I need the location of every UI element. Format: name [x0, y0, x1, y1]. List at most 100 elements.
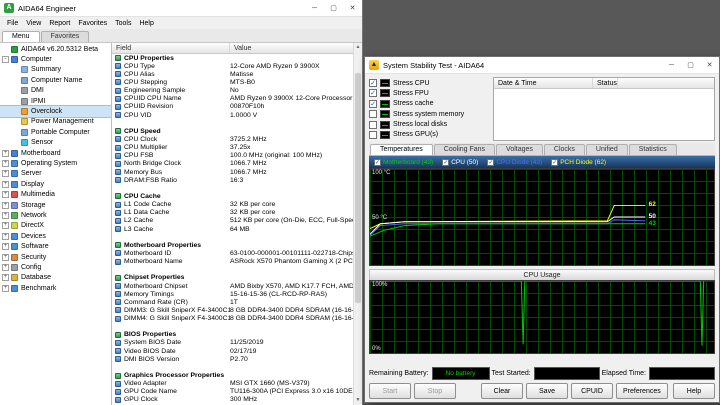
close-icon[interactable]: ✕ [700, 57, 719, 73]
field-row[interactable]: DRAM:FSB Ratio 16:3 [112, 176, 353, 184]
tree-item-security[interactable]: + Security [0, 252, 111, 262]
field-row[interactable]: System BIOS Date 11/25/2019 [112, 339, 353, 347]
scroll-down-icon[interactable]: ▼ [354, 396, 362, 405]
legend-motherboard-43[interactable]: ✓ Motherboard (43) [374, 158, 433, 166]
tree-item-portable-computer[interactable]: Portable Computer [0, 127, 111, 137]
field-row[interactable]: CPU Multiplier 37.25x [112, 144, 353, 152]
tree-item-ipmi[interactable]: IPMI [0, 96, 111, 106]
tree-item-storage[interactable]: + Storage [0, 200, 111, 210]
menu-report[interactable]: Report [45, 20, 74, 27]
checkbox-icon[interactable]: ✓ [369, 89, 377, 98]
tree-item-power-management[interactable]: Power Management [0, 117, 111, 127]
column-status[interactable]: Status [593, 78, 618, 88]
field-row[interactable]: CPU Stepping MTS-B0 [112, 78, 353, 86]
legend-cpu-50[interactable]: ✓ CPU (50) [442, 158, 478, 166]
field-row[interactable]: L2 Cache 512 KB per core (On-Die, ECC, Fu… [112, 217, 353, 225]
field-section-row[interactable]: BIOS Properties [112, 331, 353, 339]
legend-cpu-diode-43[interactable]: ✓ CPU Diode (43) [487, 158, 542, 166]
tab-cooling-fans[interactable]: Cooling Fans [433, 144, 496, 155]
tab-unified[interactable]: Unified [585, 144, 628, 155]
expander-icon[interactable]: - [2, 56, 9, 64]
aida64-titlebar[interactable]: A AIDA64 Engineer ─ ▢ ✕ [0, 0, 362, 17]
save-button[interactable]: Save [526, 383, 568, 399]
expander-icon[interactable]: + [2, 243, 9, 251]
cpuid-button[interactable]: CPUID [571, 383, 613, 399]
preferences-button[interactable]: Preferences [616, 383, 668, 399]
expander-icon[interactable]: + [2, 180, 9, 188]
stress-option-stress-cpu[interactable]: ✓ Stress CPU [369, 78, 489, 88]
expander-icon[interactable]: + [2, 263, 9, 271]
field-row[interactable]: CPUID Revision 00870F10h [112, 103, 353, 111]
help-button[interactable]: Help [673, 383, 715, 399]
tab-temperatures[interactable]: Temperatures [370, 144, 433, 155]
field-row[interactable]: CPU FSB 100.0 MHz (original: 100 MHz) [112, 152, 353, 160]
field-row[interactable]: Motherboard ID 63-0100-000001-00101111-02… [112, 249, 353, 257]
column-value[interactable]: Value [230, 45, 353, 52]
column-date-time[interactable]: Date & Time [494, 78, 593, 88]
expander-icon[interactable]: + [2, 170, 9, 178]
field-row[interactable]: DMI BIOS Version P2.70 [112, 355, 353, 363]
close-icon[interactable]: ✕ [343, 0, 362, 16]
tree-item-computer[interactable]: - Computer [0, 54, 111, 64]
menu-favorites[interactable]: Favorites [74, 20, 111, 27]
field-row[interactable]: L1 Data Cache 32 KB per core [112, 209, 353, 217]
field-row[interactable]: Memory Bus 1066.7 MHz [112, 168, 353, 176]
tree-item-overclock[interactable]: Overclock [0, 105, 111, 118]
column-field[interactable]: Field [112, 43, 230, 53]
stress-option-stress-system-memory[interactable]: Stress system memory [369, 109, 489, 119]
scroll-thumb[interactable] [355, 73, 361, 303]
tab-voltages[interactable]: Voltages [496, 144, 543, 155]
tree-item-software[interactable]: + Software [0, 241, 111, 251]
field-section-row[interactable]: Motherboard Properties [112, 241, 353, 249]
field-row[interactable]: GPU Clock 300 MHz [112, 396, 353, 404]
tree-item-display[interactable]: + Display [0, 179, 111, 189]
field-row[interactable]: CPU Type 12-Core AMD Ryzen 9 3900X [112, 62, 353, 70]
checkbox-icon[interactable] [369, 120, 377, 129]
expander-icon[interactable]: + [2, 201, 9, 209]
field-row[interactable]: Video BIOS Date 02/17/19 [112, 347, 353, 355]
tree-item-aida64-v6-20-5312-beta[interactable]: AIDA64 v6.20.5312 Beta [0, 44, 111, 54]
expander-icon[interactable]: + [2, 222, 9, 230]
expander-icon[interactable]: + [2, 274, 9, 282]
tree-item-computer-name[interactable]: Computer Name [0, 75, 111, 85]
field-section-row[interactable]: CPU Cache [112, 192, 353, 200]
maximize-icon[interactable]: ▢ [324, 0, 343, 16]
menu-tools[interactable]: Tools [111, 20, 135, 27]
expander-icon[interactable]: + [2, 159, 9, 167]
stress-option-stress-cache[interactable]: ✓ Stress cache [369, 99, 489, 109]
field-row[interactable]: CPU Clock 3725.2 MHz [112, 135, 353, 143]
tree-item-dmi[interactable]: DMI [0, 86, 111, 96]
tree-item-directx[interactable]: + DirectX [0, 221, 111, 231]
scrollbar[interactable]: ▲ ▼ [353, 43, 362, 405]
expander-icon[interactable]: + [2, 149, 9, 157]
checkbox-icon[interactable] [369, 110, 377, 119]
legend-pch-diode-62[interactable]: ✓ PCH Diode (62) [551, 158, 606, 166]
clear-button[interactable]: Clear [481, 383, 523, 399]
checkbox-icon[interactable]: ✓ [442, 158, 450, 166]
expander-icon[interactable]: + [2, 284, 9, 292]
field-row[interactable]: North Bridge Clock 1066.7 MHz [112, 160, 353, 168]
maximize-icon[interactable]: ▢ [681, 57, 700, 73]
stress-option-stress-local-disks[interactable]: Stress local disks [369, 120, 489, 130]
expander-icon[interactable]: + [2, 253, 9, 261]
checkbox-icon[interactable]: ✓ [487, 158, 495, 166]
menu-help[interactable]: Help [135, 20, 157, 27]
tab-statistics[interactable]: Statistics [628, 144, 677, 155]
field-row[interactable]: Memory Timings 15-16-15-36 (CL-RCD-RP-RAS… [112, 290, 353, 298]
field-row[interactable]: Motherboard Chipset AMD Bixby X570, AMD K… [112, 282, 353, 290]
tree-item-multimedia[interactable]: + Multimedia [0, 189, 111, 199]
field-row[interactable]: Engineering Sample No [112, 87, 353, 95]
checkbox-icon[interactable]: ✓ [369, 99, 377, 108]
checkbox-icon[interactable]: ✓ [374, 158, 381, 166]
checkbox-icon[interactable] [369, 130, 377, 139]
tree-item-network[interactable]: + Network [0, 210, 111, 220]
field-row[interactable]: DIMM4: G Skill SniperX F4-3400C16-8GSXW8… [112, 315, 353, 323]
scroll-up-icon[interactable]: ▲ [354, 43, 362, 52]
field-row[interactable]: DIMM3: G Skill SniperX F4-3400C16-8GSXW8… [112, 306, 353, 314]
tree-item-summary[interactable]: Summary [0, 65, 111, 75]
field-row[interactable]: Motherboard Name ASRock X570 Phantom Gami… [112, 258, 353, 266]
stop-button[interactable]: Stop [414, 383, 456, 399]
menu-view[interactable]: View [22, 20, 45, 27]
stress-option-stress-fpu[interactable]: ✓ Stress FPU [369, 88, 489, 98]
minimize-icon[interactable]: ─ [662, 57, 681, 73]
